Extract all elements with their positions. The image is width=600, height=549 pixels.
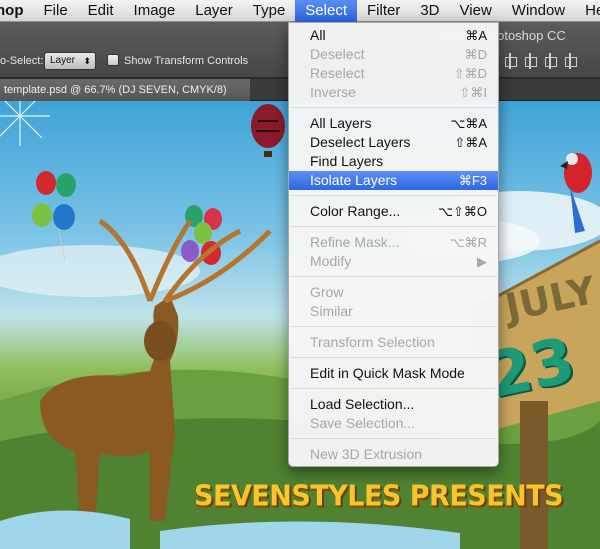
- menu-separator: [289, 383, 498, 395]
- menu-item-shortcut: ⌘A: [465, 28, 487, 43]
- menu-item-transform-selection: Transform Selection: [289, 333, 498, 352]
- menu-separator: [289, 271, 498, 283]
- menu-separator: [289, 352, 498, 364]
- menu-item-reselect: Reselect ⇧⌘D: [289, 64, 498, 83]
- menu-window[interactable]: Window: [502, 0, 575, 22]
- menu-item-all[interactable]: All ⌘A: [289, 26, 498, 45]
- menu-item-shortcut: ⌥⌘A: [450, 116, 487, 131]
- chevron-updown-icon: ⬍: [83, 56, 91, 66]
- menu-item-label: Load Selection...: [310, 396, 415, 412]
- menu-item-label: Inverse: [310, 84, 356, 100]
- menu-item-label: Grow: [310, 284, 344, 300]
- menu-item-label: Isolate Layers: [310, 172, 398, 188]
- menu-item-label: Reselect: [310, 65, 365, 81]
- menu-edit[interactable]: Edit: [78, 0, 124, 22]
- show-transform-controls-checkbox[interactable]: [107, 54, 119, 66]
- menu-bar: hop File Edit Image Layer Type Select Fi…: [0, 0, 600, 22]
- show-transform-controls-label: Show Transform Controls: [124, 55, 249, 67]
- menu-help[interactable]: Help: [575, 0, 600, 22]
- menu-item-find-layers[interactable]: Find Layers: [289, 152, 498, 171]
- menu-item-isolate-layers[interactable]: Isolate Layers ⌘F3: [289, 171, 498, 190]
- menu-item-label: Deselect: [310, 46, 365, 62]
- menu-item-shortcut: ⇧⌘I: [459, 85, 487, 100]
- menu-item-edit-in-quick-mask-mode[interactable]: Edit in Quick Mask Mode: [289, 364, 498, 383]
- menu-item-label: All Layers: [310, 115, 372, 131]
- align-left-icon[interactable]: [523, 52, 537, 70]
- firework-icon: [0, 101, 50, 146]
- menu-separator: [289, 102, 498, 114]
- menu-separator: [289, 433, 498, 445]
- menu-separator: [289, 190, 498, 202]
- menu-item-modify: Modify ▶: [289, 252, 498, 271]
- menu-filter[interactable]: Filter: [357, 0, 410, 22]
- menu-app-photoshop[interactable]: hop: [0, 0, 34, 22]
- menu-item-load-selection[interactable]: Load Selection...: [289, 395, 498, 414]
- menu-3d[interactable]: 3D: [410, 0, 449, 22]
- menu-item-deselect-layers[interactable]: Deselect Layers ⇧⌘A: [289, 133, 498, 152]
- menu-item-label: Transform Selection: [310, 334, 435, 350]
- menu-file[interactable]: File: [34, 0, 78, 22]
- menu-item-label: Edit in Quick Mask Mode: [310, 365, 465, 381]
- headline-text: SEVENSTYLES PRESENTS: [194, 480, 564, 513]
- menu-item-color-range[interactable]: Color Range... ⌥⇧⌘O: [289, 202, 498, 221]
- menu-item-label: Similar: [310, 303, 353, 319]
- menu-item-label: New 3D Extrusion: [310, 446, 423, 462]
- auto-select-value: Layer: [50, 55, 76, 66]
- menu-item-shortcut: ⌥⌘R: [449, 235, 487, 250]
- auto-select-dropdown[interactable]: Layer ⬍: [44, 52, 96, 70]
- menu-item-shortcut: ⌥⇧⌘O: [438, 204, 487, 219]
- align-center-icon[interactable]: [563, 52, 577, 70]
- menu-item-shortcut: ⇧⌘D: [453, 66, 487, 81]
- menu-item-shortcut: ⌘F3: [458, 173, 487, 188]
- auto-select-label: o-Select:: [0, 55, 44, 67]
- menu-item-save-selection: Save Selection...: [289, 414, 498, 433]
- hot-air-balloon-icon: [251, 104, 285, 157]
- menu-separator: [289, 321, 498, 333]
- menu-item-label: Refine Mask...: [310, 234, 400, 250]
- menu-item-label: Modify: [310, 253, 352, 269]
- submenu-arrow-icon: ▶: [477, 254, 487, 269]
- menu-type[interactable]: Type: [243, 0, 296, 22]
- align-right-icon[interactable]: [543, 52, 557, 70]
- select-menu-dropdown: All ⌘A Deselect ⌘D Reselect ⇧⌘D Inverse ⇧⌘I All …: [288, 22, 499, 467]
- menu-item-label: All: [310, 27, 326, 43]
- menu-item-label: Color Range...: [310, 203, 401, 219]
- document-tab[interactable]: template.psd @ 66.7% (DJ SEVEN, CMYK/8): [0, 79, 250, 101]
- align-buttons: [503, 52, 577, 70]
- menu-item-inverse: Inverse ⇧⌘I: [289, 83, 498, 102]
- menu-layer[interactable]: Layer: [185, 0, 243, 22]
- menu-item-label: Deselect Layers: [310, 134, 411, 150]
- menu-separator: [289, 221, 498, 233]
- menu-item-similar: Similar: [289, 302, 498, 321]
- menu-item-refine-mask: Refine Mask... ⌥⌘R: [289, 233, 498, 252]
- menu-item-shortcut: ⇧⌘A: [454, 135, 487, 150]
- menu-view[interactable]: View: [450, 0, 502, 22]
- menu-image[interactable]: Image: [124, 0, 186, 22]
- align-horizontal-center-icon[interactable]: [503, 52, 517, 70]
- menu-item-shortcut: ⌘D: [464, 47, 487, 62]
- menu-item-grow: Grow: [289, 283, 498, 302]
- menu-item-label: Find Layers: [310, 153, 384, 169]
- menu-select[interactable]: Select: [295, 0, 357, 22]
- menu-item-all-layers[interactable]: All Layers ⌥⌘A: [289, 114, 498, 133]
- menu-item-new-3d-extrusion: New 3D Extrusion: [289, 445, 498, 464]
- menu-item-deselect: Deselect ⌘D: [289, 45, 498, 64]
- menu-item-label: Save Selection...: [310, 415, 416, 431]
